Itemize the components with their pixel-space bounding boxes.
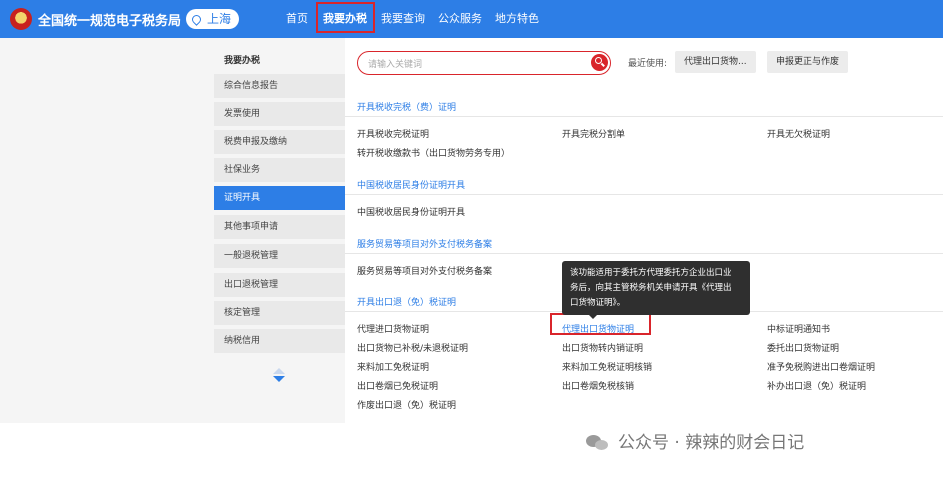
link-processing-writeoff[interactable]: 来料加工免税证明核销	[562, 360, 652, 373]
link-cigarette-writeoff[interactable]: 出口卷烟免税核销	[562, 379, 634, 392]
search-box[interactable]: 请输入关键词	[357, 51, 611, 75]
sidebar-item-invoice[interactable]: 发票使用	[214, 102, 345, 126]
main-content: 请输入关键词 最近使用: 代理出口货物... 申报更正与作废 开具税收完税（费）…	[345, 38, 943, 423]
link-transfer-tax-payment[interactable]: 转开税收缴款书（出口货物劳务专用）	[357, 146, 510, 159]
nav-public-service[interactable]: 公众服务	[438, 0, 482, 38]
sidebar-item-general-refund[interactable]: 一般退税管理	[214, 244, 345, 268]
sidebar-item-assessment[interactable]: 核定管理	[214, 301, 345, 325]
nav-home[interactable]: 首页	[286, 0, 308, 38]
sidebar-item-social-security[interactable]: 社保业务	[214, 158, 345, 182]
sidebar-scroll-arrows[interactable]	[272, 368, 286, 388]
link-no-tax-arrears[interactable]: 开具无欠税证明	[767, 127, 830, 140]
region-selector[interactable]: 上海	[186, 9, 240, 29]
top-header: 全国统一规范电子税务局 上海 首页 我要办税 我要查询 公众服务 地方特色	[0, 0, 943, 38]
link-highlight-box	[550, 313, 651, 335]
nav-query[interactable]: 我要查询	[381, 0, 425, 38]
tooltip-arrow	[588, 314, 598, 319]
recent-item-export-proxy[interactable]: 代理出口货物...	[675, 51, 756, 73]
sidebar-item-other-requests[interactable]: 其他事项申请	[214, 215, 345, 239]
search-button[interactable]	[591, 54, 608, 71]
section-divider	[345, 116, 943, 117]
link-payment-split[interactable]: 开具完税分割单	[562, 127, 625, 140]
sidebar-item-declaration[interactable]: 税费申报及缴纳	[214, 130, 345, 154]
section-title-export-refund: 开具出口退（免）税证明	[357, 298, 457, 308]
page-body: 我要办税 综合信息报告 发票使用 税费申报及缴纳 社保业务 证明开具 其他事项申…	[0, 38, 943, 423]
search-input[interactable]: 请输入关键词	[368, 57, 422, 70]
link-proxy-import[interactable]: 代理进口货物证明	[357, 322, 429, 335]
sidebar: 我要办税 综合信息报告 发票使用 税费申报及缴纳 社保业务 证明开具 其他事项申…	[214, 38, 345, 423]
tooltip: 该功能适用于委托方代理委托方企业出口业 务后，向其主管税务机关申请开具《代理出 …	[562, 261, 750, 315]
sidebar-item-export-refund[interactable]: 出口退税管理	[214, 273, 345, 297]
watermark: 公众号 · 辣辣的财会日记	[586, 430, 804, 456]
scroll-up-icon[interactable]	[273, 368, 285, 374]
sidebar-title: 我要办税	[224, 56, 261, 66]
sidebar-item-info-report[interactable]: 综合信息报告	[214, 74, 345, 98]
link-tax-payment-certificate[interactable]: 开具税收完税证明	[357, 127, 429, 140]
section-divider	[345, 253, 943, 254]
wechat-icon	[586, 433, 610, 451]
recent-item-declaration-correction[interactable]: 申报更正与作废	[767, 51, 849, 73]
section-title-tax-residency: 中国税收居民身份证明开具	[357, 181, 466, 191]
section-title-tax-payment-certificate: 开具税收完税（费）证明	[357, 103, 457, 113]
site-title: 全国统一规范电子税务局	[38, 14, 182, 29]
link-bid-notice[interactable]: 中标证明通知书	[767, 322, 830, 335]
section-divider	[345, 194, 943, 195]
link-cigarette-exempt[interactable]: 出口卷烟已免税证明	[357, 379, 438, 392]
region-label: 上海	[207, 12, 232, 26]
link-export-to-domestic[interactable]: 出口货物转内销证明	[562, 341, 643, 354]
link-service-trade[interactable]: 服务贸易等项目对外支付税务备案	[357, 264, 492, 277]
link-processing-exemption[interactable]: 来料加工免税证明	[357, 360, 429, 373]
sidebar-item-credit[interactable]: 纳税信用	[214, 329, 345, 353]
sidebar-item-certificate[interactable]: 证明开具	[214, 186, 345, 210]
link-void-refund[interactable]: 作废出口退（免）税证明	[357, 398, 456, 411]
recent-label: 最近使用:	[628, 59, 668, 69]
nav-local-features[interactable]: 地方特色	[495, 0, 539, 38]
link-export-tax-paid[interactable]: 出口货物已补税/未退税证明	[357, 341, 468, 354]
tax-emblem-logo	[10, 8, 32, 30]
watermark-text: 公众号 · 辣辣的财会日记	[618, 433, 805, 453]
section-title-service-trade: 服务贸易等项目对外支付税务备案	[357, 240, 493, 250]
link-entrusted-export[interactable]: 委托出口货物证明	[767, 341, 839, 354]
nav-highlight-box	[316, 2, 375, 33]
scroll-down-icon[interactable]	[273, 376, 285, 382]
link-cigarette-purchase[interactable]: 准予免税购进出口卷烟证明	[767, 360, 875, 373]
link-tax-residency[interactable]: 中国税收居民身份证明开具	[357, 205, 465, 218]
location-pin-icon	[190, 13, 203, 26]
link-reissue-refund[interactable]: 补办出口退（免）税证明	[767, 379, 866, 392]
